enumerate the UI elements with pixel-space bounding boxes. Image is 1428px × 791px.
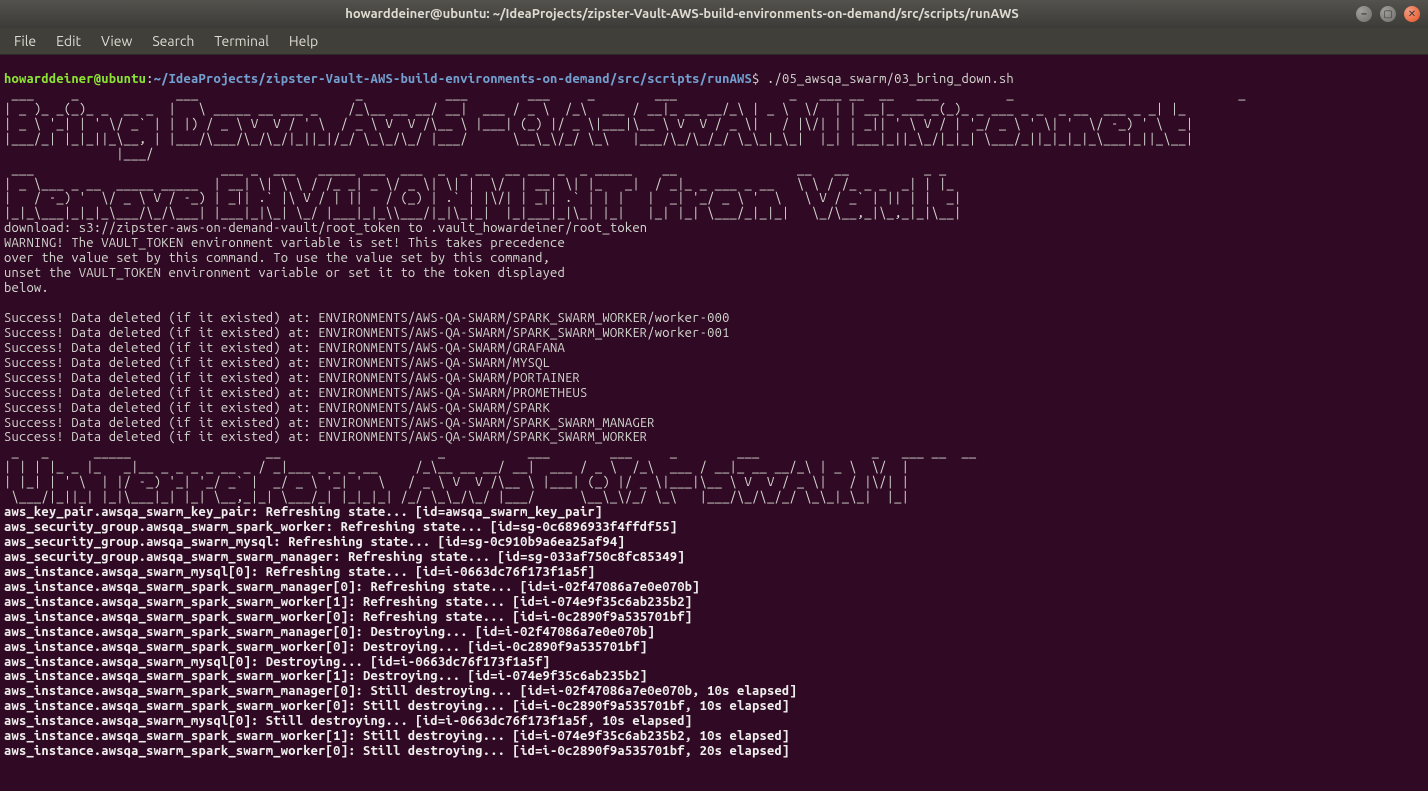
terraform-line: aws_instance.awsqa_swarm_spark_swarm_man…	[4, 625, 655, 639]
ascii-banner-unterraform: _ _ _____ __ _ ___ ___ _ ___ _ ___ __ __…	[4, 445, 984, 504]
output-line: Success! Data deleted (if it existed) at…	[4, 416, 655, 430]
terraform-line: aws_instance.awsqa_swarm_spark_swarm_wor…	[4, 610, 692, 624]
maximize-icon[interactable]: ▢	[1380, 6, 1396, 22]
terraform-line: aws_instance.awsqa_swarm_mysql[0]: Still…	[4, 714, 692, 728]
terraform-line: aws_instance.awsqa_swarm_spark_swarm_wor…	[4, 699, 789, 713]
terraform-line: aws_instance.awsqa_swarm_spark_swarm_man…	[4, 580, 700, 594]
output-line: Success! Data deleted (if it existed) at…	[4, 356, 550, 370]
window-titlebar: howarddeiner@ubuntu: ~/IdeaProjects/zips…	[0, 0, 1428, 28]
ascii-banner-remove-env: ___ ___ _ ___ _____ ___ ___ _ _ __ __ __…	[4, 162, 969, 221]
prompt-path: ~/IdeaProjects/zipster-Vault-AWS-build-e…	[154, 72, 752, 86]
terminal-viewport[interactable]: howarddeiner@ubuntu:~/IdeaProjects/zipst…	[0, 55, 1428, 791]
output-line: Success! Data deleted (if it existed) at…	[4, 386, 587, 400]
menu-edit[interactable]: Edit	[48, 31, 89, 51]
output-line: over the value set by this command. To u…	[4, 251, 550, 265]
prompt-dollar: $	[752, 72, 759, 86]
close-icon[interactable]: ✕	[1404, 6, 1420, 22]
entered-command: ./05_awsqa_swarm/03_bring_down.sh	[767, 72, 1014, 86]
terraform-line: aws_instance.awsqa_swarm_spark_swarm_wor…	[4, 669, 647, 683]
terraform-line: aws_instance.awsqa_swarm_mysql[0]: Refre…	[4, 565, 595, 579]
minimize-icon[interactable]: –	[1356, 6, 1372, 22]
output-line: below.	[4, 281, 49, 295]
menu-file[interactable]: File	[6, 31, 44, 51]
output-line: Success! Data deleted (if it existed) at…	[4, 401, 550, 415]
prompt-user-host: howarddeiner@ubuntu	[4, 72, 146, 86]
menu-help[interactable]: Help	[281, 31, 326, 51]
output-line: Success! Data deleted (if it existed) at…	[4, 371, 580, 385]
terraform-line: aws_security_group.awsqa_swarm_swarm_man…	[4, 550, 685, 564]
menu-terminal[interactable]: Terminal	[206, 31, 277, 51]
terraform-line: aws_instance.awsqa_swarm_spark_swarm_wor…	[4, 729, 789, 743]
output-line: download: s3://zipster-aws-on-demand-vau…	[4, 221, 647, 235]
window-controls: – ▢ ✕	[1356, 6, 1420, 22]
terraform-line: aws_instance.awsqa_swarm_spark_swarm_wor…	[4, 640, 647, 654]
terraform-line: aws_key_pair.awsqa_swarm_key_pair: Refre…	[4, 505, 602, 519]
terraform-line: aws_instance.awsqa_swarm_spark_swarm_wor…	[4, 744, 789, 758]
output-line: Success! Data deleted (if it existed) at…	[4, 326, 730, 340]
menu-view[interactable]: View	[93, 31, 140, 51]
menu-search[interactable]: Search	[144, 31, 202, 51]
terraform-line: aws_security_group.awsqa_swarm_mysql: Re…	[4, 535, 625, 549]
ascii-banner-bring-down: ___ _ ___ _ ___ ___ _ ___ _ ___ __ __ __…	[4, 87, 1268, 161]
output-line: WARNING! The VAULT_TOKEN environment var…	[4, 236, 565, 250]
terraform-line: aws_instance.awsqa_swarm_mysql[0]: Destr…	[4, 655, 550, 669]
terraform-line: aws_security_group.awsqa_swarm_spark_wor…	[4, 520, 677, 534]
menubar: File Edit View Search Terminal Help	[0, 28, 1428, 55]
window-title: howarddeiner@ubuntu: ~/IdeaProjects/zips…	[8, 7, 1356, 22]
output-line: Success! Data deleted (if it existed) at…	[4, 311, 730, 325]
output-line: unset the VAULT_TOKEN environment variab…	[4, 266, 565, 280]
terraform-line: aws_instance.awsqa_swarm_spark_swarm_man…	[4, 684, 797, 698]
terraform-line: aws_instance.awsqa_swarm_spark_swarm_wor…	[4, 595, 692, 609]
output-line: Success! Data deleted (if it existed) at…	[4, 430, 647, 444]
output-line: Success! Data deleted (if it existed) at…	[4, 341, 565, 355]
prompt-separator: :	[146, 72, 153, 86]
